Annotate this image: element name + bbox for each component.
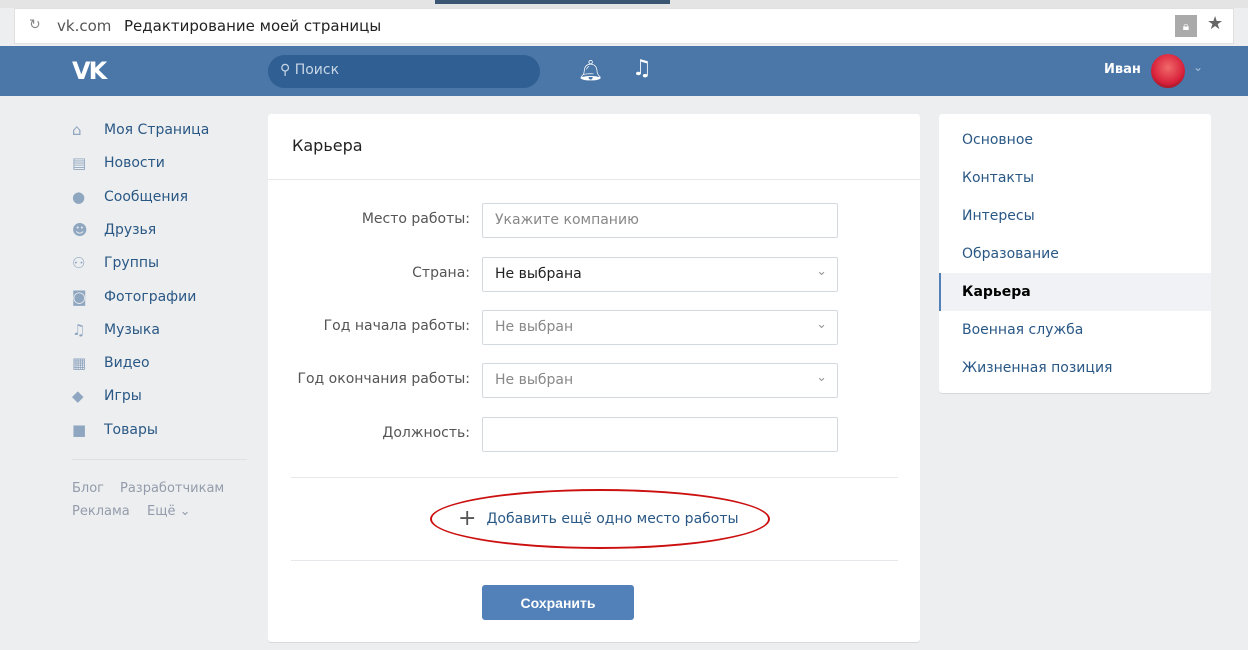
select-field[interactable]: Не выбрана ⌄ [482, 257, 838, 292]
text-field[interactable]: Укажите компанию [482, 203, 838, 238]
page-title: Редактирование моей страницы [124, 17, 381, 35]
footer-link-blog[interactable]: Блог [72, 481, 104, 496]
sidebar-item-label: Игры [104, 388, 142, 404]
sidebar-item-label: Сообщения [104, 189, 188, 205]
search-input[interactable]: ⚲ Поиск [268, 55, 540, 88]
section-title: Карьера [292, 136, 363, 155]
chevron-down-icon[interactable]: ⌄ [1193, 60, 1203, 74]
sidebar-item[interactable]: ☻Друзья [72, 218, 156, 242]
chevron-down-icon: ⌄ [816, 264, 827, 279]
save-button[interactable]: Сохранить [482, 585, 634, 620]
active-tab[interactable] [435, 0, 670, 4]
field-label: Год начала работы: [250, 318, 470, 334]
footer-link-developers[interactable]: Разработчикам [120, 481, 224, 496]
select-value: Не выбрана [495, 266, 582, 282]
career-card: Карьера Место работы:Укажите компаниюСтр… [268, 114, 920, 642]
chevron-down-icon: ⌄ [816, 317, 827, 332]
sidebar-item-label: Друзья [104, 222, 156, 238]
field-label: Год окончания работы: [250, 371, 470, 387]
sidebar-item-label: Видео [104, 355, 150, 371]
add-workplace-label: Добавить ещё одно место работы [486, 511, 738, 527]
user-name[interactable]: Иван [1104, 62, 1141, 77]
footer-link-ads[interactable]: Реклама [72, 504, 130, 519]
sidebar-item[interactable]: ⌂Моя Страница [72, 118, 209, 142]
vk-logo[interactable]: VK [72, 57, 105, 85]
sidebar-item[interactable]: ●Сообщения [72, 185, 188, 209]
footer-link-more[interactable]: Ещё ⌄ [147, 504, 191, 519]
chevron-down-icon: ⌄ [816, 370, 827, 385]
settings-menu-item[interactable]: Основное [939, 121, 1211, 159]
sidebar-item[interactable]: ♫Музыка [72, 318, 160, 342]
sidebar-item[interactable]: ■Товары [72, 418, 158, 442]
bell-icon[interactable]: 🔔︎ [578, 58, 603, 82]
select-value: Не выбран [495, 319, 573, 335]
avatar[interactable] [1151, 54, 1185, 88]
sidebar-item-label: Новости [104, 155, 165, 171]
settings-menu-item[interactable]: Образование [939, 235, 1211, 273]
camera-icon: ◙ [72, 288, 104, 306]
friends-icon: ☻ [72, 221, 104, 239]
lock-icon[interactable]: 🔒︎ [1175, 15, 1197, 37]
settings-menu-item[interactable]: Жизненная позиция [939, 349, 1211, 387]
address-bar[interactable]: ↻ vk.com Редактирование моей страницы 🔒︎… [14, 8, 1234, 44]
gamepad-icon: ◆ [72, 387, 104, 405]
sidebar-item[interactable]: ▤Новости [72, 151, 165, 175]
sidebar-item-label: Музыка [104, 322, 160, 338]
top-header: VK ⚲ Поиск 🔔︎ ♫ Иван ⌄ [0, 46, 1248, 96]
text-field[interactable] [482, 417, 838, 452]
bookmark-star-icon[interactable]: ★ [1207, 13, 1223, 34]
divider [268, 179, 920, 180]
reload-icon[interactable]: ↻ [29, 17, 41, 33]
select-field[interactable]: Не выбран ⌄ [482, 310, 838, 345]
sidebar-item[interactable]: ⚇Группы [72, 251, 159, 275]
groups-icon: ⚇ [72, 254, 104, 272]
sidebar-divider [72, 459, 247, 460]
music-icon: ♫ [72, 321, 104, 339]
sidebar-item[interactable]: ◙Фотографии [72, 285, 196, 309]
sidebar-item-label: Моя Страница [104, 122, 209, 138]
url-host: vk.com [57, 17, 111, 35]
sidebar-item-label: Группы [104, 255, 159, 271]
sidebar-item[interactable]: ◆Игры [72, 384, 142, 408]
music-icon[interactable]: ♫ [632, 56, 652, 81]
settings-menu-item[interactable]: Карьера [939, 273, 1211, 311]
settings-menu-item[interactable]: Интересы [939, 197, 1211, 235]
placeholder: Укажите компанию [495, 212, 639, 228]
settings-menu-item[interactable]: Военная служба [939, 311, 1211, 349]
news-icon: ▤ [72, 154, 104, 172]
browser-tab-strip [0, 0, 1248, 8]
chevron-down-icon: ⌄ [180, 504, 191, 519]
settings-menu-item[interactable]: Контакты [939, 159, 1211, 197]
sidebar-item[interactable]: ▦Видео [72, 351, 150, 375]
video-icon: ▦ [72, 354, 104, 372]
messages-icon: ● [72, 188, 104, 206]
settings-menu: ОсновноеКонтактыИнтересыОбразованиеКарье… [939, 114, 1211, 393]
divider [291, 560, 898, 561]
field-label: Страна: [250, 265, 470, 281]
add-workplace-link[interactable]: + Добавить ещё одно место работы [458, 508, 739, 530]
search-placeholder: Поиск [295, 62, 339, 78]
sidebar-item-label: Фотографии [104, 289, 196, 305]
more-label: Ещё [147, 504, 175, 519]
field-label: Место работы: [250, 211, 470, 227]
select-field[interactable]: Не выбран ⌄ [482, 363, 838, 398]
bag-icon: ■ [72, 421, 104, 439]
divider [291, 477, 898, 478]
plus-icon: + [458, 508, 476, 530]
field-label: Должность: [250, 425, 470, 441]
home-icon: ⌂ [72, 121, 104, 139]
select-value: Не выбран [495, 372, 573, 388]
sidebar-item-label: Товары [104, 422, 158, 438]
